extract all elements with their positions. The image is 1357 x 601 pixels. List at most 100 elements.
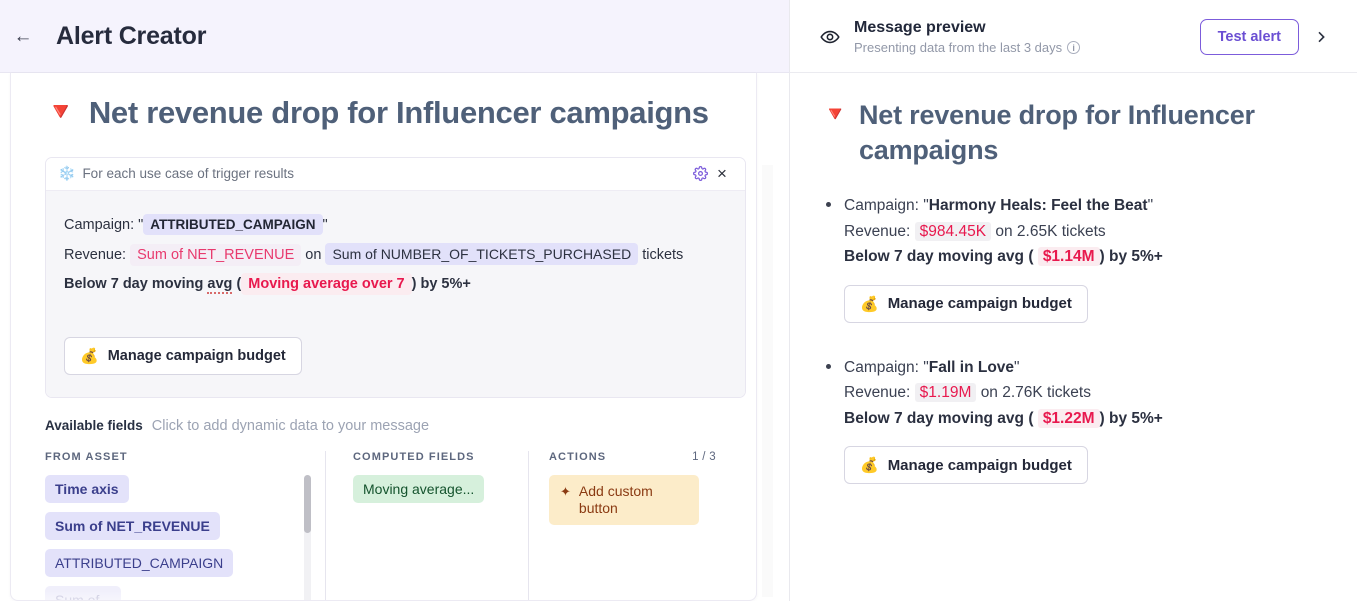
- preview-comparison-line: Below 7 day moving avg ( $1.14M) by 5%+: [844, 244, 1327, 270]
- revenue-prefix-text: Revenue:: [64, 246, 127, 263]
- manage-campaign-budget-button[interactable]: 💰 Manage campaign budget: [64, 336, 302, 375]
- back-arrow-icon[interactable]: ←: [10, 24, 36, 50]
- red-triangle-down-icon: 🔻: [822, 103, 848, 126]
- gear-icon[interactable]: [689, 163, 711, 185]
- preview-revenue-value: $1.19M: [914, 383, 977, 403]
- alert-creator-screen: ← Alert Creator 🔻 Net revenue drop for I…: [0, 0, 1357, 601]
- column-computed-fields: COMPUTED FIELDS Moving average...: [325, 450, 528, 600]
- preview-manage-campaign-budget-button[interactable]: 💰 Manage campaign budget: [844, 284, 1088, 323]
- preview-comparison-prefix: Below 7 day moving avg (: [844, 248, 1034, 266]
- campaign-prefix-text: Campaign: ": [64, 216, 144, 233]
- comparison-misspelled-word: avg: [207, 275, 233, 294]
- from-asset-chip-list: Time axis Sum of NET_REVENUE ATTRIBUTED_…: [45, 474, 311, 600]
- editor-header: ← Alert Creator: [0, 0, 790, 73]
- column-header-from-asset: FROM ASSET: [45, 451, 311, 463]
- preview-comparison-suffix: ) by 5%+: [1099, 409, 1163, 427]
- available-fields-header: Available fields Click to add dynamic da…: [45, 418, 746, 434]
- message-block-header: ❄️ For each use case of trigger results …: [46, 157, 745, 191]
- message-block-card: ❄️ For each use case of trigger results …: [45, 156, 746, 398]
- message-block-source-label: For each use case of trigger results: [82, 166, 295, 182]
- alert-editor-card: 🔻 Net revenue drop for Influencer campai…: [10, 73, 757, 601]
- preview-comparison-value: $1.14M: [1037, 247, 1100, 267]
- comparison-prefix-text: Below 7 day moving: [64, 275, 208, 292]
- message-line-revenue: Revenue: Sum of NET_REVENUE on Sum of NU…: [64, 240, 727, 270]
- pane-divider: [789, 0, 790, 601]
- preview-campaign-suffix: ": [1147, 197, 1154, 215]
- editor-pane-scrollbar[interactable]: [762, 165, 773, 597]
- list-item: Campaign: "Fall in Love" Revenue: $1.19M…: [822, 355, 1327, 485]
- preview-content: 🔻 Net revenue drop for Influencer campai…: [790, 73, 1357, 485]
- money-bag-icon: 💰: [80, 347, 99, 365]
- revenue-suffix-text: tickets: [642, 246, 684, 263]
- test-alert-button[interactable]: Test alert: [1199, 18, 1299, 55]
- field-chip-time-axis[interactable]: Time axis: [45, 474, 129, 503]
- sparkle-icon: ✦: [560, 483, 571, 499]
- field-chip-moving-average[interactable]: Moving average...: [353, 474, 485, 503]
- preview-manage-campaign-budget-label: Manage campaign budget: [887, 295, 1072, 313]
- field-chip-sum-net-revenue[interactable]: Sum of NET_REVENUE: [45, 511, 220, 540]
- from-asset-scrollbar[interactable]: [304, 474, 311, 600]
- page-title: Alert Creator: [56, 22, 207, 50]
- available-fields-columns: FROM ASSET Time axis Sum of NET_REVENUE …: [45, 450, 746, 600]
- preview-header-texts: Message preview Presenting data from the…: [854, 18, 1200, 55]
- preview-manage-campaign-budget-label: Manage campaign budget: [887, 456, 1072, 474]
- actions-count: 1 / 3: [692, 450, 716, 463]
- computed-fields-chip-list: Moving average...: [353, 474, 528, 512]
- preview-revenue-label: Revenue:: [844, 222, 911, 240]
- preview-campaign-line: Campaign: "Harmony Heals: Feel the Beat": [844, 193, 1327, 219]
- preview-campaign-prefix: Campaign: ": [844, 358, 929, 376]
- preview-subtitle-text: Presenting data from the last 3 days: [854, 40, 1063, 55]
- preview-revenue-line: Revenue: $984.45K on 2.65K tickets: [844, 219, 1327, 245]
- message-line-comparison: Below 7 day moving avg (Moving average o…: [64, 270, 727, 299]
- column-header-actions: ACTIONS 1 / 3: [549, 451, 728, 463]
- preview-alert-title-text: Net revenue drop for Influencer campaign…: [858, 100, 1255, 165]
- editor-pane: ← Alert Creator 🔻 Net revenue drop for I…: [0, 0, 790, 601]
- preview-campaign-suffix: ": [1014, 358, 1020, 376]
- campaign-suffix-text: ": [322, 216, 328, 233]
- preview-campaign-prefix: Campaign: ": [844, 197, 929, 215]
- preview-revenue-label: Revenue:: [844, 384, 911, 402]
- preview-comparison-suffix: ) by 5%+: [1099, 248, 1163, 266]
- preview-title: Message preview: [854, 19, 986, 36]
- money-bag-icon: 💰: [860, 457, 879, 475]
- red-triangle-down-icon: 🔻: [45, 98, 76, 127]
- close-icon[interactable]: ×: [711, 163, 733, 185]
- snowflake-icon: ❄️: [58, 165, 76, 182]
- column-header-actions-label: ACTIONS: [549, 450, 607, 463]
- preview-tickets-text: on 2.76K tickets: [980, 384, 1091, 402]
- preview-alert-title: 🔻 Net revenue drop for Influencer campai…: [822, 98, 1327, 167]
- message-body[interactable]: Campaign: " ATTRIBUTED_CAMPAIGN " Revenue:…: [46, 190, 745, 397]
- preview-comparison-prefix: Below 7 day moving avg (: [844, 409, 1034, 427]
- actions-chip-list: ✦ Add custom button: [549, 474, 728, 534]
- column-from-asset: FROM ASSET Time axis Sum of NET_REVENUE …: [45, 451, 325, 600]
- available-fields-title: Available fields: [45, 417, 143, 433]
- eye-icon: [818, 25, 842, 49]
- field-chip-sum-of-partial[interactable]: Sum of...: [45, 585, 122, 600]
- add-custom-button-label: Add custom button: [578, 482, 653, 516]
- comparison-suffix-text: ) by 5%+: [411, 275, 471, 292]
- column-header-computed-fields-label: COMPUTED FIELDS: [353, 450, 475, 463]
- preview-pane: Message preview Presenting data from the…: [790, 0, 1357, 601]
- message-line-campaign: Campaign: " ATTRIBUTED_CAMPAIGN ": [64, 211, 727, 240]
- preview-header: Message preview Presenting data from the…: [790, 0, 1357, 73]
- token-sum-net-revenue[interactable]: Sum of NET_REVENUE: [130, 243, 302, 266]
- column-header-from-asset-label: FROM ASSET: [45, 450, 128, 463]
- column-actions: ACTIONS 1 / 3 ✦ Add custom button: [528, 450, 728, 600]
- available-fields-subtitle: Click to add dynamic data to your messag…: [151, 417, 430, 434]
- field-chip-attributed-campaign[interactable]: ATTRIBUTED_CAMPAIGN: [45, 548, 234, 577]
- add-custom-button-chip[interactable]: ✦ Add custom button: [549, 474, 699, 525]
- preview-campaign-name: Fall in Love: [928, 358, 1015, 376]
- manage-campaign-budget-label: Manage campaign budget: [107, 347, 286, 364]
- preview-comparison-value: $1.22M: [1037, 408, 1100, 428]
- preview-comparison-line: Below 7 day moving avg ( $1.22M) by 5%+: [844, 406, 1327, 432]
- preview-results-list: Campaign: "Harmony Heals: Feel the Beat"…: [822, 193, 1327, 485]
- preview-manage-campaign-budget-button[interactable]: 💰 Manage campaign budget: [844, 446, 1088, 485]
- list-item: Campaign: "Harmony Heals: Feel the Beat"…: [822, 193, 1327, 323]
- chevron-right-icon[interactable]: [1305, 21, 1337, 53]
- token-sum-tickets-purchased[interactable]: Sum of NUMBER_OF_TICKETS_PURCHASED: [325, 242, 639, 265]
- info-icon[interactable]: i: [1067, 41, 1081, 54]
- token-moving-average-over-7[interactable]: Moving average over 7: [241, 272, 412, 295]
- comparison-paren-open: (: [232, 275, 242, 292]
- token-attributed-campaign[interactable]: ATTRIBUTED_CAMPAIGN: [143, 213, 323, 235]
- preview-revenue-value: $984.45K: [914, 221, 992, 241]
